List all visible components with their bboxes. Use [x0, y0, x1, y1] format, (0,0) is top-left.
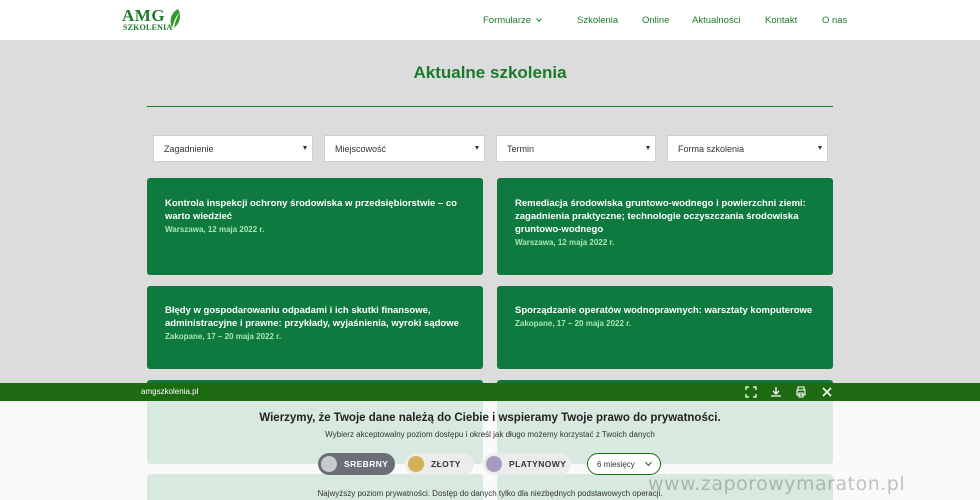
- nav-formularze-label: Formularze: [483, 15, 532, 26]
- nav-kontakt[interactable]: Kontakt: [765, 15, 797, 26]
- filter-miejscowosc-label: Miejscowość: [335, 144, 387, 154]
- privacy-domain: amgszkolenia.pl: [141, 387, 199, 396]
- dropdown-arrow-icon: [475, 146, 479, 150]
- card-meta: Zakopane, 17 – 20 maja 2022 r.: [515, 319, 632, 328]
- dropdown-arrow-icon: [818, 146, 822, 150]
- training-card[interactable]: Remediacja środowiska gruntowo-wodnego i…: [497, 178, 833, 275]
- card-title: Sporządzanie operatów wodnoprawnych: war…: [515, 305, 813, 316]
- chevron-down-icon: [644, 458, 653, 467]
- filter-zagadnienie[interactable]: Zagadnienie: [153, 135, 313, 162]
- site-logo[interactable]: AMG SZKOLENIA: [122, 6, 184, 34]
- gold-dot-icon: [408, 456, 424, 472]
- nav-formularze[interactable]: Formularze: [483, 15, 542, 26]
- level-zloty[interactable]: ZŁOTY: [405, 453, 474, 475]
- dropdown-arrow-icon: [646, 146, 650, 150]
- duration-value: 6 miesięcy: [597, 460, 635, 469]
- fullscreen-icon[interactable]: [745, 386, 757, 398]
- filter-termin[interactable]: Termin: [496, 135, 656, 162]
- card-meta: Zakopane, 17 – 20 maja 2022 r.: [165, 332, 282, 341]
- watermark: www.zaporowymaraton.pl: [648, 473, 906, 495]
- title-divider: [147, 106, 833, 107]
- download-icon[interactable]: [770, 386, 782, 398]
- privacy-subheading: Wybierz akceptowalny poziom dostępu i ok…: [325, 430, 655, 439]
- card-title: Remediacja środowiska gruntowo-wodnego i…: [515, 198, 806, 235]
- level-label: PLATYNOWY: [509, 459, 567, 469]
- leaf-icon: [170, 9, 181, 28]
- nav-aktualnosci[interactable]: Aktualności: [692, 15, 741, 26]
- filter-forma[interactable]: Forma szkolenia: [667, 135, 828, 162]
- nav-online[interactable]: Online: [642, 15, 669, 26]
- card-meta: Warszawa, 12 maja 2022 r.: [165, 225, 265, 234]
- training-card[interactable]: Kontrola inspekcji ochrony środowiska w …: [147, 178, 483, 275]
- close-icon[interactable]: [821, 386, 833, 398]
- duration-select[interactable]: 6 miesięcy: [587, 453, 661, 475]
- training-card[interactable]: Błędy w gospodarowaniu odpadami i ich sk…: [147, 286, 483, 369]
- level-label: ZŁOTY: [431, 459, 461, 469]
- filter-zagadnienie-label: Zagadnienie: [164, 144, 214, 154]
- site-header: AMG SZKOLENIA Formularze Szkolenia Onlin…: [0, 0, 980, 40]
- filter-termin-label: Termin: [507, 144, 535, 154]
- privacy-heading: Wierzymy, że Twoje dane należą do Ciebie…: [259, 412, 721, 424]
- filter-forma-label: Forma szkolenia: [678, 144, 745, 154]
- level-label: SREBRNY: [344, 459, 389, 469]
- silver-dot-icon: [321, 456, 337, 472]
- nav-o-nas[interactable]: O nas: [822, 15, 847, 26]
- logo-subtitle: SZKOLENIA: [123, 23, 173, 32]
- platinum-dot-icon: [486, 456, 502, 472]
- training-card[interactable]: Sporządzanie operatów wodnoprawnych: war…: [497, 286, 833, 369]
- nav-szkolenia[interactable]: Szkolenia: [577, 15, 618, 26]
- card-meta: Warszawa, 12 maja 2022 r.: [515, 238, 615, 247]
- filter-miejscowosc[interactable]: Miejscowość: [324, 135, 485, 162]
- privacy-toolbar: amgszkolenia.pl: [0, 383, 980, 401]
- level-srebrny[interactable]: SREBRNY: [318, 453, 395, 475]
- chevron-down-icon: [536, 16, 542, 22]
- card-title: Kontrola inspekcji ochrony środowiska w …: [165, 198, 457, 222]
- dropdown-arrow-icon: [303, 146, 307, 150]
- page-title: Aktualne szkolenia: [413, 63, 567, 82]
- level-platynowy[interactable]: PLATYNOWY: [483, 453, 571, 475]
- card-title: Błędy w gospodarowaniu odpadami i ich sk…: [165, 305, 459, 329]
- print-icon[interactable]: [795, 386, 807, 398]
